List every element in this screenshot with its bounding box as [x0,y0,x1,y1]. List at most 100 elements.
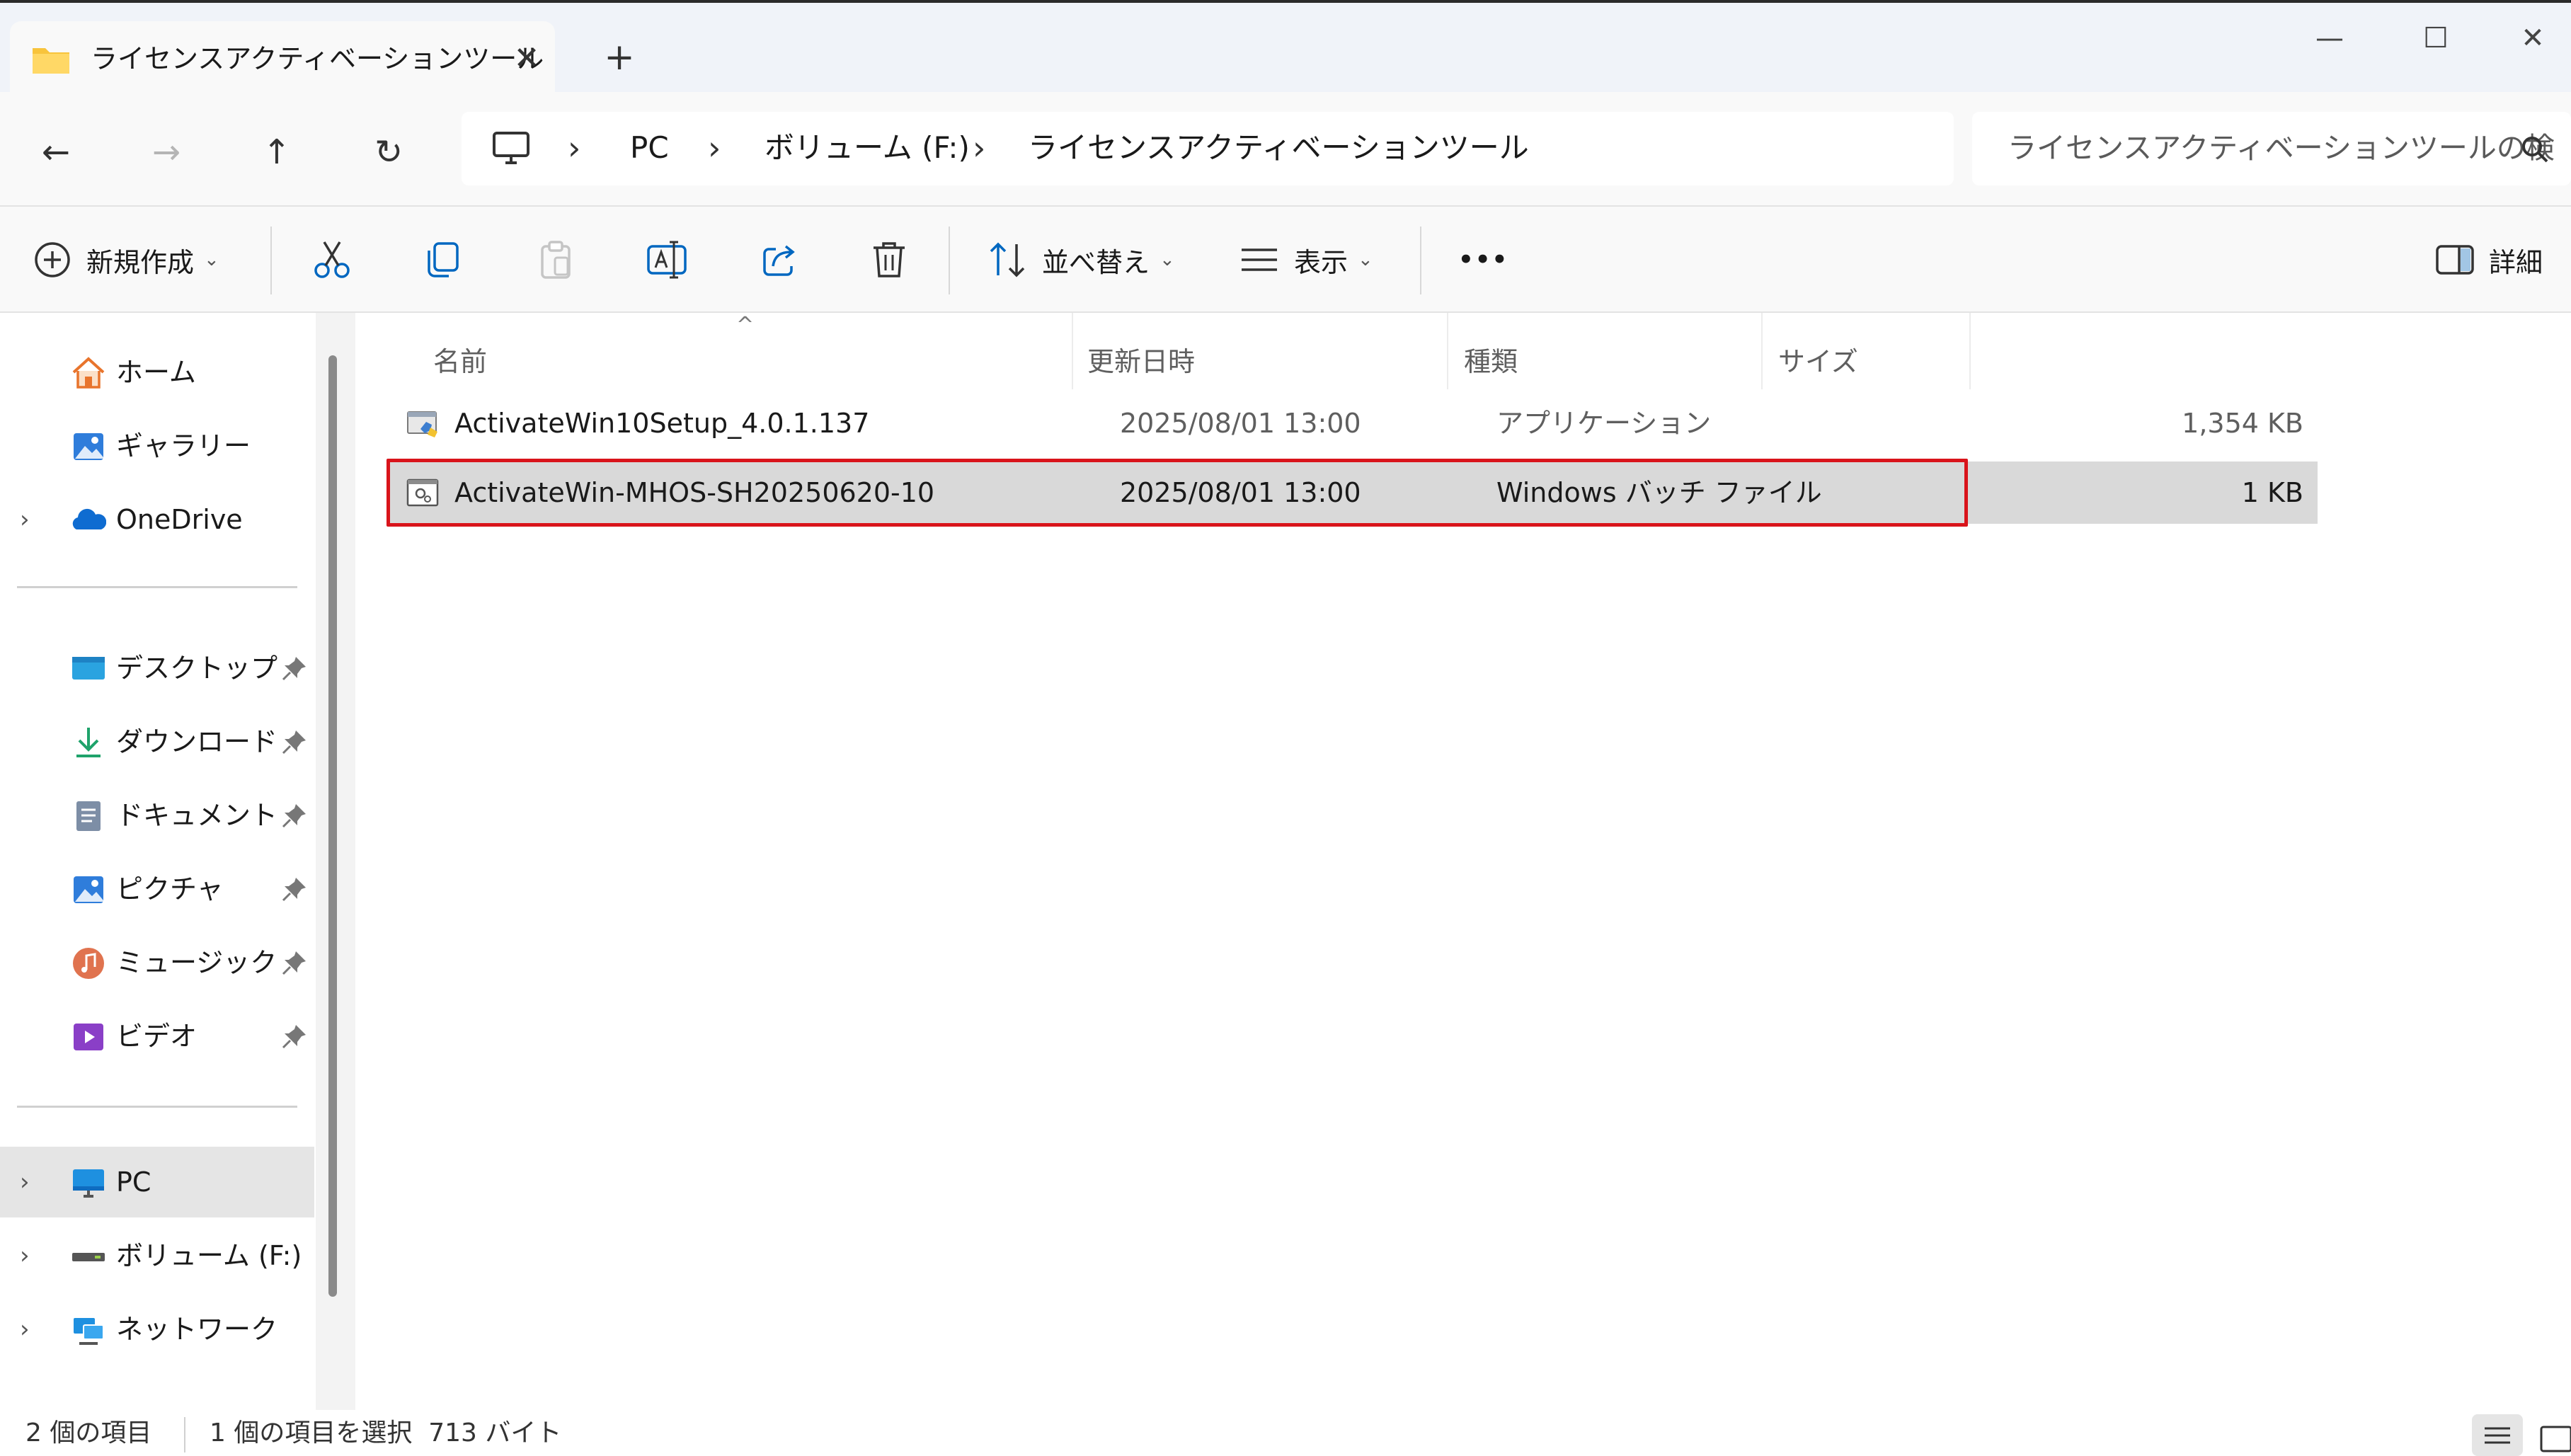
new-button-label: 新規作成 [86,246,195,278]
tab-active[interactable]: ライセンスアクティベーションツール ✕ [10,21,555,95]
folder-icon [33,48,69,74]
application-icon [407,411,437,437]
sidebar-item-label: ネットワーク [116,1314,278,1345]
details-view-button[interactable] [2469,1410,2526,1456]
expand-chevron-icon[interactable]: › [20,1242,30,1270]
desktop-icon [72,657,105,680]
search-input[interactable]: ライセンスアクティベーションツールの検 [2008,130,2555,166]
status-divider [184,1417,185,1452]
more-options-icon: ••• [1458,246,1509,274]
sidebar-item-pictures[interactable]: ピクチャ [0,854,314,924]
rename-button[interactable] [646,228,688,292]
minimize-button[interactable]: — [2284,10,2376,67]
pictures-icon [74,876,103,903]
column-divider[interactable] [1072,313,1073,389]
column-divider[interactable] [1447,313,1448,389]
column-divider[interactable] [1969,313,1971,389]
sidebar-item-volume-f[interactable]: › ボリューム (F:) [0,1220,314,1291]
status-bar: 2 個の項目 1 個の項目を選択 713 バイト [0,1410,2571,1456]
sidebar-item-onedrive[interactable]: › OneDrive [0,484,314,555]
title-bar: ライセンスアクティベーションツール ✕ + — ☐ ✕ [0,0,2571,95]
sidebar-item-downloads[interactable]: ダウンロード [0,706,314,777]
sidebar-item-pc[interactable]: › PC [0,1147,314,1217]
up-button[interactable]: ↑ [245,120,309,184]
sidebar-item-music[interactable]: ミュージック [0,927,314,998]
sidebar-item-desktop[interactable]: デスクトップ [0,633,314,704]
file-row[interactable]: ActivateWin10Setup_4.0.1.137 2025/08/01 … [388,392,2318,454]
pin-icon[interactable] [280,948,309,977]
pin-icon[interactable] [280,801,309,830]
cut-button[interactable] [311,228,353,292]
breadcrumb-volume-f[interactable]: ボリューム (F:) [765,130,970,166]
close-window-button[interactable]: ✕ [2495,10,2571,67]
pin-icon[interactable] [280,875,309,903]
details-pane-button[interactable]: 詳細 [2435,228,2543,292]
sidebar-item-label: ドキュメント [116,800,278,831]
new-tab-button[interactable]: + [596,34,643,81]
drive-icon [72,1253,105,1261]
sidebar-divider [17,1106,297,1108]
sort-button[interactable]: 並べ替え ⌄ [987,228,1175,292]
sidebar-item-videos[interactable]: ビデオ [0,1001,314,1072]
pin-icon[interactable] [280,1022,309,1050]
gallery-icon [74,433,103,460]
chevron-down-icon: ⌄ [1159,249,1175,270]
sidebar-item-documents[interactable]: ドキュメント [0,780,314,851]
home-icon [72,357,105,389]
add-circle-icon [35,242,70,277]
sidebar-item-home[interactable]: ホーム [0,337,314,408]
navigation-pane-scrollbar[interactable] [328,355,337,1297]
copy-icon [428,242,459,277]
new-button[interactable]: 新規作成 ⌄ [33,228,219,292]
large-icons-view-button[interactable] [2531,1410,2571,1456]
breadcrumb-separator: › [973,129,986,167]
column-header-name[interactable]: 名前 [433,330,487,394]
address-bar[interactable]: › PC › ボリューム (F:) › ライセンスアクティベーションツール [462,112,1954,185]
search-box[interactable]: ライセンスアクティベーションツールの検 [1972,112,2571,185]
more-options-button[interactable]: ••• [1458,228,1508,292]
tab-close-button[interactable]: ✕ [505,40,548,78]
sidebar-item-gallery[interactable]: ギャラリー [0,411,314,481]
expand-chevron-icon[interactable]: › [20,505,30,534]
clipboard-icon [541,241,571,279]
music-icon [73,948,104,979]
column-header-type[interactable]: 種類 [1464,330,1518,394]
share-button[interactable] [759,228,800,292]
pin-icon[interactable] [280,654,309,682]
paste-button[interactable] [535,228,576,292]
toolbar-divider [270,227,272,294]
details-pane-label: 詳細 [2489,246,2543,278]
sort-button-label: 並べ替え [1042,246,1150,278]
sidebar-item-label: OneDrive [116,504,243,535]
rename-icon [647,241,687,279]
delete-button[interactable] [869,228,909,292]
view-button[interactable]: 表示 ⌄ [1239,228,1373,292]
network-icon [74,1318,104,1345]
expand-chevron-icon[interactable]: › [20,1315,30,1343]
refresh-button[interactable]: ↻ [357,120,420,184]
copy-button[interactable] [422,228,463,292]
navigation-pane: ホーム ギャラリー › OneDrive デスクトップ ダウンロード ドキュメン… [0,313,355,1410]
computer-icon [493,132,529,164]
download-icon [76,728,101,757]
breadcrumb-current-folder[interactable]: ライセンスアクティベーションツール [1028,130,1529,166]
forward-button[interactable]: → [134,120,198,184]
column-divider[interactable] [1761,313,1763,389]
file-name: ActivateWin10Setup_4.0.1.137 [454,408,870,439]
file-modified: 2025/08/01 13:00 [1120,408,1361,439]
sidebar-item-network[interactable]: › ネットワーク [0,1294,314,1365]
column-header-size[interactable]: サイズ [1778,330,1858,394]
maximize-button[interactable]: ☐ [2390,10,2482,67]
sidebar-item-label: ギャラリー [116,430,251,462]
breadcrumb-pc[interactable]: PC [630,130,669,166]
file-size: 1 KB [2241,477,2303,508]
sidebar-item-label: デスクトップ [116,653,278,684]
back-button[interactable]: ← [24,120,88,184]
videos-icon [74,1024,103,1050]
expand-chevron-icon[interactable]: › [20,1168,30,1196]
pin-icon[interactable] [280,728,309,756]
highlight-annotation [386,459,1968,527]
toolbar-divider [949,227,950,294]
column-header-modified[interactable]: 更新日時 [1087,330,1195,394]
command-bar: 新規作成 ⌄ 並べ替え ⌄ 表示 ⌄ ••• 詳細 [0,205,2571,313]
